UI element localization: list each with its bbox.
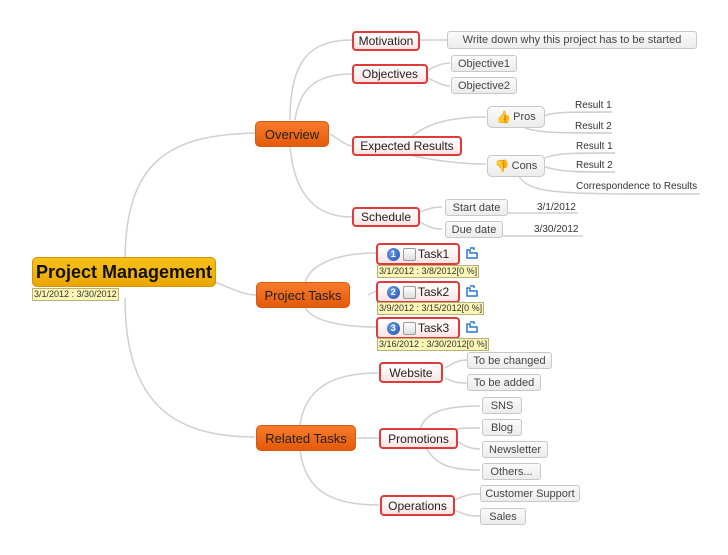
website-item-label: To be added [473, 376, 535, 389]
schedule-label: Schedule [360, 210, 412, 224]
task-label: Task1 [417, 247, 450, 261]
promotions-label: Promotions [388, 431, 449, 446]
pros-result: Result 1 [575, 100, 612, 111]
expected-results-label: Expected Results [360, 139, 454, 153]
operations-item[interactable]: Sales [480, 508, 526, 525]
promotions-node[interactable]: Promotions [379, 428, 458, 449]
website-item[interactable]: To be added [467, 374, 541, 391]
project-tasks-node[interactable]: Project Tasks [256, 282, 350, 308]
operations-item[interactable]: Customer Support [480, 485, 580, 502]
thumbs-up-icon: 👍 [496, 110, 512, 124]
task-label: Task2 [417, 285, 450, 299]
link-root-project-tasks [214, 281, 257, 296]
objective-label: Objective1 [458, 57, 510, 70]
objective-item[interactable]: Objective2 [451, 77, 517, 94]
website-node[interactable]: Website [379, 362, 443, 383]
link-root-related-tasks [124, 297, 256, 438]
task-dates: 3/16/2012 : 3/30/2012[0 %] [377, 338, 490, 351]
motivation-label: Motivation [358, 34, 414, 48]
task-node[interactable]: 3 Task3 [376, 317, 460, 339]
promotion-item-label: Blog [490, 421, 514, 434]
root-dates: 3/1/2012 : 3/30/2012 [32, 288, 119, 301]
project-tasks-label: Project Tasks [264, 287, 342, 303]
website-item-label: To be changed [473, 354, 546, 367]
task-link-icon[interactable] [465, 246, 479, 260]
task-dates: 3/9/2012 : 3/15/2012[0 %] [377, 302, 485, 315]
objectives-node[interactable]: Objectives [352, 64, 428, 84]
operations-label: Operations [388, 498, 447, 513]
task-node[interactable]: 1 Task1 [376, 243, 460, 265]
objective-label: Objective2 [458, 79, 510, 92]
priority-1-icon: 1 [386, 247, 400, 261]
pros-result: Result 2 [575, 121, 612, 132]
cons-result: Result 1 [576, 141, 613, 152]
operations-item-label: Sales [489, 510, 517, 523]
expected-results-node[interactable]: Expected Results [352, 136, 462, 156]
task-checkbox[interactable] [402, 285, 416, 299]
task-node[interactable]: 2 Task2 [376, 281, 460, 303]
due-date-value: 3/30/2012 [534, 224, 579, 235]
root-label: Project Management [35, 261, 213, 282]
cons-node[interactable]: 👎 Cons [487, 155, 545, 177]
related-tasks-label: Related Tasks [265, 430, 347, 446]
task-checkbox[interactable] [402, 321, 416, 335]
motivation-note[interactable]: Write down why this project has to be st… [447, 31, 697, 49]
thumbs-down-icon: 👎 [494, 159, 510, 173]
priority-2-icon: 2 [386, 285, 400, 299]
start-date-node[interactable]: Start date [445, 199, 508, 216]
objective-item[interactable]: Objective1 [451, 55, 517, 72]
start-date-label: Start date [452, 201, 501, 214]
root-node[interactable]: Project Management [32, 257, 216, 287]
task-link-icon[interactable] [465, 284, 479, 298]
due-date-label: Due date [451, 223, 497, 236]
cons-result: Correspondence to Results [576, 181, 698, 192]
related-tasks-node[interactable]: Related Tasks [256, 425, 356, 451]
promotion-item[interactable]: Others... [482, 463, 541, 480]
overview-label: Overview [264, 126, 320, 142]
task-label: Task3 [417, 321, 450, 335]
promotion-item[interactable]: Newsletter [482, 441, 548, 458]
website-label: Website [389, 365, 433, 380]
promotion-item-label: Others... [490, 465, 533, 478]
schedule-node[interactable]: Schedule [352, 207, 420, 227]
promotion-item-label: Newsletter [489, 443, 541, 456]
objectives-label: Objectives [361, 67, 419, 81]
overview-node[interactable]: Overview [255, 121, 329, 147]
cons-result: Result 2 [576, 160, 613, 171]
start-date-value: 3/1/2012 [537, 202, 576, 213]
priority-3-icon: 3 [386, 321, 400, 335]
task-checkbox[interactable] [402, 247, 416, 261]
task-link-icon[interactable] [465, 320, 479, 334]
operations-item-label: Customer Support [485, 487, 575, 500]
promotion-item[interactable]: SNS [482, 397, 522, 414]
operations-node[interactable]: Operations [380, 495, 455, 516]
motivation-note-label: Write down why this project has to be st… [462, 34, 682, 46]
website-item[interactable]: To be changed [467, 352, 552, 369]
promotion-item-label: SNS [490, 399, 514, 412]
pros-label: Pros [513, 111, 536, 123]
task-dates: 3/1/2012 : 3/8/2012[0 %] [377, 265, 480, 278]
pros-node[interactable]: 👍 Pros [487, 106, 545, 128]
promotion-item[interactable]: Blog [482, 419, 522, 436]
motivation-node[interactable]: Motivation [352, 31, 420, 51]
link-root-overview [124, 132, 256, 263]
due-date-node[interactable]: Due date [445, 221, 503, 238]
cons-label: Cons [511, 160, 538, 172]
